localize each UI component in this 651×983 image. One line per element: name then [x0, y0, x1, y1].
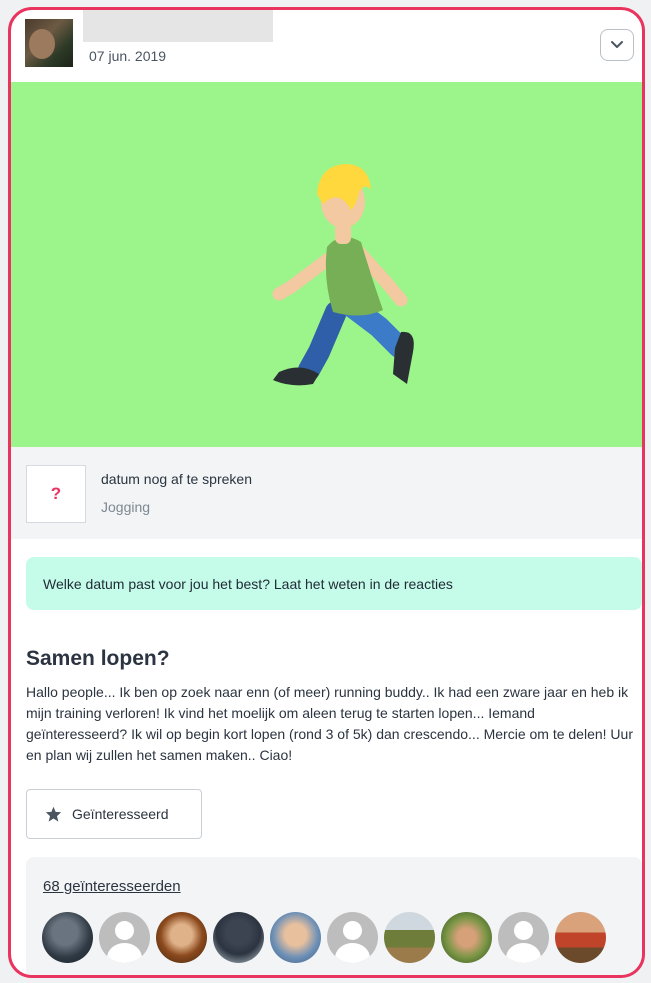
interested-avatars [42, 912, 606, 963]
interested-user-avatar[interactable] [156, 912, 207, 963]
interested-user-avatar[interactable] [327, 912, 378, 963]
interested-user-avatar[interactable] [99, 912, 150, 963]
interested-button[interactable]: Geïnteresseerd [26, 789, 202, 839]
interested-user-avatar[interactable] [42, 912, 93, 963]
post-date: 07 jun. 2019 [89, 48, 167, 64]
star-icon [45, 806, 62, 822]
interested-user-avatar[interactable] [213, 912, 264, 963]
author-avatar[interactable] [25, 19, 73, 67]
post-options-button[interactable] [600, 29, 634, 61]
post-title: Samen lopen? [26, 647, 170, 670]
interested-user-avatar[interactable] [441, 912, 492, 963]
interested-user-avatar[interactable] [498, 912, 549, 963]
chevron-down-icon [611, 41, 623, 48]
interested-count-link[interactable]: 68 geïnteresseerden [43, 878, 181, 895]
event-category: Jogging [101, 499, 151, 515]
interested-user-avatar[interactable] [384, 912, 435, 963]
interested-panel: 68 geïnteresseerden [26, 857, 642, 975]
event-info: ? datum nog af te spreken Jogging [11, 447, 642, 539]
interested-user-avatar[interactable] [555, 912, 606, 963]
author-name-redacted [83, 10, 273, 42]
post-body: Hallo people... Ik ben op zoek naar enn … [26, 684, 633, 763]
event-date-text: datum nog af te spreken [101, 471, 252, 487]
person-running-icon [272, 164, 414, 386]
interested-button-label: Geïnteresseerd [72, 806, 169, 822]
event-date-box: ? [26, 465, 86, 523]
date-notice: Welke datum past voor jou het best? Laat… [26, 557, 642, 610]
post-header: 07 jun. 2019 [11, 10, 642, 82]
post-card: 07 jun. 2019 ? datum nog af te spreken J… [8, 7, 645, 978]
interested-user-avatar[interactable] [270, 912, 321, 963]
hero-image [11, 82, 642, 447]
